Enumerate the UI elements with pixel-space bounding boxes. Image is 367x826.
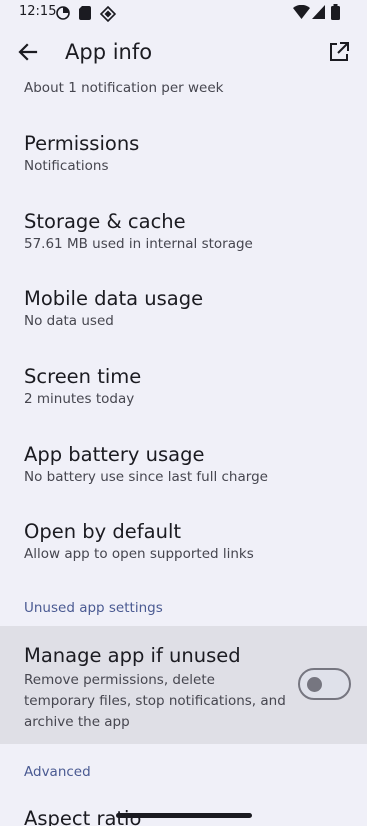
back-button[interactable]: [12, 36, 44, 68]
storage-cache-item[interactable]: Storage & cache 57.61 MB used in interna…: [0, 202, 367, 264]
app-battery-usage-subtitle: No battery use since last full charge: [24, 469, 268, 485]
open-by-default-item[interactable]: Open by default Allow app to open suppor…: [0, 512, 367, 574]
open-by-default-subtitle: Allow app to open supported links: [24, 546, 254, 562]
open-app-button[interactable]: [323, 36, 355, 68]
status-bar: 12:15: [0, 0, 367, 26]
unused-app-settings-header: Unused app settings: [24, 600, 163, 616]
mobile-data-usage-item[interactable]: Mobile data usage No data used: [0, 279, 367, 341]
app-battery-usage-item[interactable]: App battery usage No battery use since l…: [0, 435, 367, 497]
notifications-subtitle: About 1 notification per week: [24, 80, 224, 96]
notifications-item[interactable]: About 1 notification per week: [0, 80, 367, 102]
mobile-data-usage-title: Mobile data usage: [24, 287, 204, 310]
screen-time-title: Screen time: [24, 365, 142, 388]
open-in-new-icon: [330, 42, 349, 61]
arrow-back-icon: [18, 43, 38, 61]
manage-app-if-unused-title: Manage app if unused: [24, 644, 241, 667]
app-bar: App info: [0, 26, 367, 82]
vpn-diamond-icon: [100, 6, 116, 22]
advanced-header: Advanced: [24, 764, 91, 780]
mobile-data-usage-subtitle: No data used: [24, 313, 114, 329]
open-by-default-title: Open by default: [24, 520, 182, 543]
data-saver-icon: [56, 6, 70, 20]
page-title: App info: [65, 40, 153, 64]
screen-time-item[interactable]: Screen time 2 minutes today: [0, 357, 367, 419]
app-battery-usage-title: App battery usage: [24, 443, 205, 466]
permissions-subtitle: Notifications: [24, 158, 109, 174]
permissions-title: Permissions: [24, 132, 140, 155]
status-time: 12:15: [19, 4, 57, 19]
manage-app-if-unused-toggle[interactable]: [298, 668, 351, 700]
cellular-signal-icon: [312, 5, 325, 19]
storage-cache-title: Storage & cache: [24, 210, 186, 233]
screen-time-subtitle: 2 minutes today: [24, 391, 135, 407]
toggle-knob: [307, 677, 322, 692]
battery-icon: [331, 4, 340, 20]
permissions-item[interactable]: Permissions Notifications: [0, 124, 367, 186]
storage-cache-subtitle: 57.61 MB used in internal storage: [24, 236, 253, 252]
gesture-nav-handle[interactable]: [116, 813, 252, 818]
sim-card-icon: [79, 6, 91, 20]
wifi-icon: [293, 5, 310, 19]
manage-app-if-unused-subtitle: Remove permissions, delete temporary fil…: [24, 672, 286, 730]
